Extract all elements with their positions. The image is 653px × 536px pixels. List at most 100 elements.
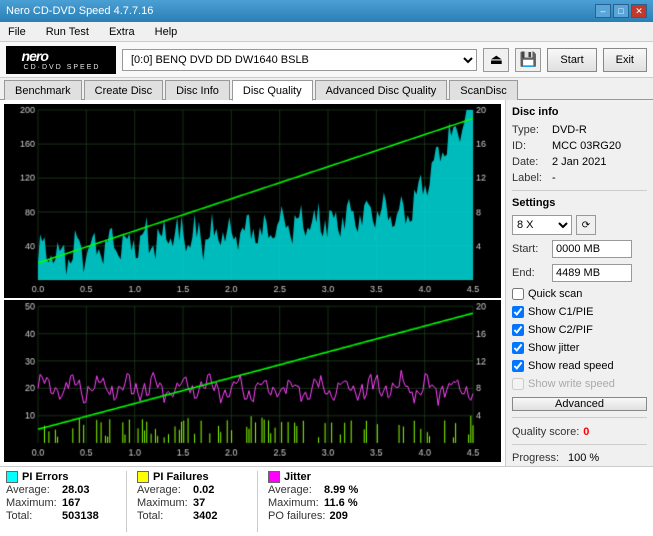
end-field-row: End:	[512, 264, 647, 282]
pi-failures-max-label: Maximum:	[137, 497, 189, 509]
show-write-speed-checkbox[interactable]	[512, 378, 524, 390]
pi-errors-max-value: 167	[62, 497, 80, 509]
menu-run-test[interactable]: Run Test	[42, 25, 93, 39]
pi-failures-avg-label: Average:	[137, 484, 189, 496]
disc-date-row: Date: 2 Jan 2021	[512, 156, 647, 168]
show-c2-row: Show C2/PIF	[512, 324, 647, 336]
disc-type-row: Type: DVD-R	[512, 124, 647, 136]
pi-errors-total-label: Total:	[6, 510, 58, 522]
separator-2	[512, 417, 647, 418]
refresh-icon[interactable]: ⟳	[576, 215, 596, 235]
po-failures-label: PO failures:	[268, 510, 325, 522]
jitter-max: Maximum: 11.6 %	[268, 497, 378, 509]
pi-failures-title: PI Failures	[137, 471, 247, 483]
jitter-group: Jitter Average: 8.99 % Maximum: 11.6 % P…	[268, 471, 378, 532]
start-field-row: Start:	[512, 240, 647, 258]
pi-errors-max: Maximum: 167	[6, 497, 116, 509]
divider-2	[257, 471, 258, 532]
id-label: ID:	[512, 140, 548, 152]
pi-errors-group: PI Errors Average: 28.03 Maximum: 167 To…	[6, 471, 116, 532]
logo: nero CD·DVD SPEED	[6, 46, 116, 74]
end-label: End:	[512, 267, 548, 279]
start-label: Start:	[512, 243, 548, 255]
pi-failures-label: PI Failures	[153, 471, 209, 483]
tab-scandisc[interactable]: ScanDisc	[449, 80, 517, 100]
menu-file[interactable]: File	[4, 25, 30, 39]
charts-area	[0, 100, 505, 466]
tab-create-disc[interactable]: Create Disc	[84, 80, 163, 100]
separator-3	[512, 444, 647, 445]
speed-select[interactable]: 8 X 4 X 2 X Max	[512, 215, 572, 235]
disc-id-row: ID: MCC 03RG20	[512, 140, 647, 152]
jitter-max-value: 11.6 %	[324, 497, 358, 509]
tab-disc-quality[interactable]: Disc Quality	[232, 80, 313, 101]
show-read-speed-checkbox[interactable]	[512, 360, 524, 372]
menu-extra[interactable]: Extra	[105, 25, 139, 39]
end-input[interactable]	[552, 264, 632, 282]
title-bar-title: Nero CD-DVD Speed 4.7.7.16	[6, 5, 153, 17]
close-button[interactable]: ✕	[631, 4, 647, 18]
show-c1-checkbox[interactable]	[512, 306, 524, 318]
pi-failures-group: PI Failures Average: 0.02 Maximum: 37 To…	[137, 471, 247, 532]
pi-failures-total: Total: 3402	[137, 510, 247, 522]
toolbar: nero CD·DVD SPEED [0:0] BENQ DVD DD DW16…	[0, 42, 653, 78]
id-value: MCC 03RG20	[552, 140, 621, 152]
eject-icon[interactable]: ⏏	[483, 48, 509, 72]
pi-errors-color	[6, 471, 18, 483]
logo-text: nero	[22, 48, 48, 64]
type-label: Type:	[512, 124, 548, 136]
progress-row: Progress: 100 %	[512, 452, 647, 464]
quick-scan-row: Quick scan	[512, 288, 647, 300]
show-jitter-label: Show jitter	[528, 342, 579, 354]
disc-info-title: Disc info	[512, 106, 647, 118]
pi-failures-avg: Average: 0.02	[137, 484, 247, 496]
quick-scan-checkbox[interactable]	[512, 288, 524, 300]
jitter-title: Jitter	[268, 471, 378, 483]
tab-disc-info[interactable]: Disc Info	[165, 80, 230, 100]
show-c1-row: Show C1/PIE	[512, 306, 647, 318]
divider-1	[126, 471, 127, 532]
minimize-button[interactable]: –	[595, 4, 611, 18]
bottom-chart	[4, 300, 501, 462]
label-label: Label:	[512, 172, 548, 184]
title-bar: Nero CD-DVD Speed 4.7.7.16 – □ ✕	[0, 0, 653, 22]
quick-scan-label: Quick scan	[528, 288, 582, 300]
settings-speed-row: 8 X 4 X 2 X Max ⟳	[512, 215, 647, 235]
pi-errors-max-label: Maximum:	[6, 497, 58, 509]
jitter-avg-value: 8.99 %	[324, 484, 358, 496]
show-c2-checkbox[interactable]	[512, 324, 524, 336]
menu-help[interactable]: Help	[151, 25, 182, 39]
pi-errors-label: PI Errors	[22, 471, 68, 483]
stats-bar: PI Errors Average: 28.03 Maximum: 167 To…	[0, 466, 653, 536]
exit-button[interactable]: Exit	[603, 48, 647, 72]
jitter-color	[268, 471, 280, 483]
maximize-button[interactable]: □	[613, 4, 629, 18]
show-jitter-checkbox[interactable]	[512, 342, 524, 354]
main-content: Disc info Type: DVD-R ID: MCC 03RG20 Dat…	[0, 100, 653, 466]
jitter-avg: Average: 8.99 %	[268, 484, 378, 496]
quality-score-row: Quality score: 0	[512, 426, 647, 438]
pi-failures-max: Maximum: 37	[137, 497, 247, 509]
settings-title: Settings	[512, 197, 647, 209]
pi-failures-total-label: Total:	[137, 510, 189, 522]
drive-select[interactable]: [0:0] BENQ DVD DD DW1640 BSLB	[122, 49, 477, 71]
quality-score-label: Quality score:	[512, 426, 579, 438]
save-icon[interactable]: 💾	[515, 48, 541, 72]
show-write-speed-row: Show write speed	[512, 378, 647, 390]
jitter-avg-label: Average:	[268, 484, 320, 496]
show-read-speed-row: Show read speed	[512, 360, 647, 372]
show-c2-label: Show C2/PIF	[528, 324, 593, 336]
pi-failures-total-value: 3402	[193, 510, 217, 522]
tab-benchmark[interactable]: Benchmark	[4, 80, 82, 100]
disc-label-row: Label: -	[512, 172, 647, 184]
label-value: -	[552, 172, 556, 184]
start-button[interactable]: Start	[547, 48, 596, 72]
start-input[interactable]	[552, 240, 632, 258]
advanced-button[interactable]: Advanced	[512, 397, 647, 411]
date-label: Date:	[512, 156, 548, 168]
progress-label: Progress:	[512, 452, 564, 464]
type-value: DVD-R	[552, 124, 587, 136]
pi-errors-avg-value: 28.03	[62, 484, 90, 496]
pi-errors-total: Total: 503138	[6, 510, 116, 522]
tab-advanced-disc-quality[interactable]: Advanced Disc Quality	[315, 80, 448, 100]
